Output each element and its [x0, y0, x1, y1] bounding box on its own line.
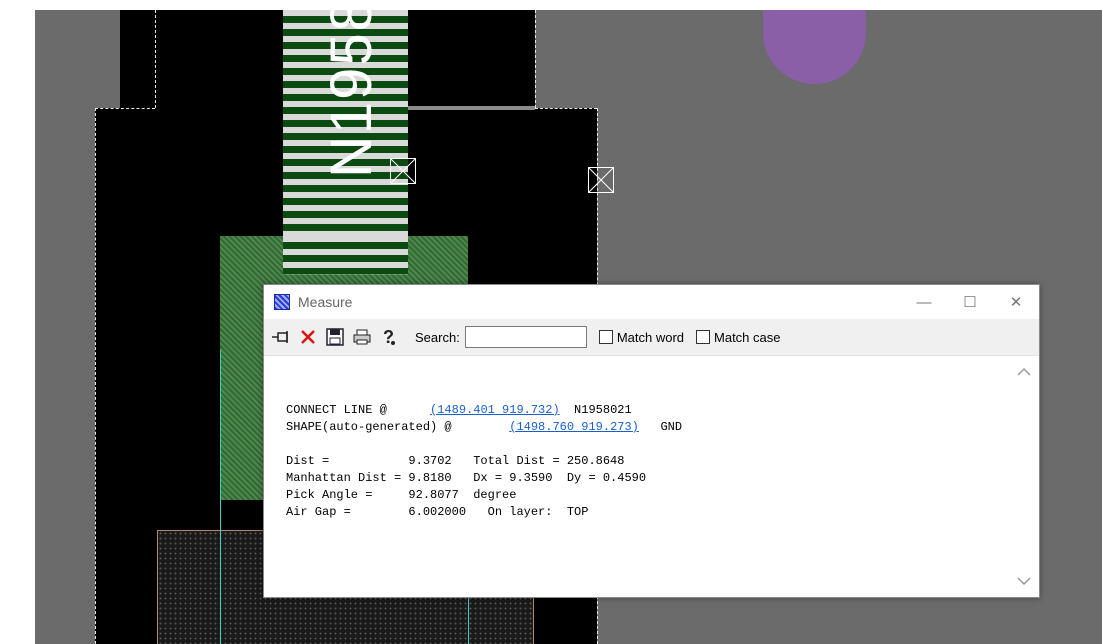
measure-output[interactable]: CONNECT LINE @ (1489.401 919.732) N19580… [264, 356, 1039, 597]
dialog-title: Measure [298, 294, 353, 310]
dist-line: Dist = 9.3702 Total Dist = 250.8648 [286, 454, 625, 468]
net-name: GND [638, 420, 683, 434]
line2-prefix: SHAPE(auto-generated) @ [286, 420, 510, 434]
match-case-label: Match case [714, 329, 781, 345]
guide-line [468, 590, 469, 644]
search-label: Search: [415, 329, 460, 345]
measure-dialog[interactable]: Measure — ☐ ✕ ? Search: Match word Match… [263, 284, 1040, 598]
via-marker[interactable] [390, 158, 416, 184]
coordinate-link[interactable]: (1489.401 919.732) [430, 403, 560, 417]
coordinate-link[interactable]: (1498.760 919.273) [509, 420, 639, 434]
print-icon[interactable] [351, 326, 373, 348]
net-name: N1958021 [559, 403, 632, 417]
close-button[interactable]: ✕ [993, 285, 1039, 319]
match-case-checkbox[interactable]: Match case [696, 329, 781, 345]
gray-trace [408, 106, 535, 110]
dialog-toolbar: ? Search: Match word Match case [264, 319, 1039, 356]
pick-angle-line: Pick Angle = 92.8077 degree [286, 488, 517, 502]
match-word-checkbox[interactable]: Match word [598, 329, 685, 345]
purple-pad [763, 10, 866, 84]
checkbox-box[interactable] [598, 330, 613, 344]
minimize-button[interactable]: — [901, 285, 947, 319]
match-word-label: Match word [616, 329, 685, 345]
board-outline [535, 108, 597, 109]
top-edge-strip [0, 0, 1102, 10]
board-outline [95, 108, 155, 109]
guide-line [220, 350, 221, 644]
board-outline [535, 10, 536, 108]
checkbox-box[interactable] [696, 330, 711, 344]
board-outline [155, 10, 156, 108]
save-icon[interactable] [324, 326, 346, 348]
manhattan-line: Manhattan Dist = 9.8180 Dx = 9.3590 Dy =… [286, 471, 647, 485]
delete-icon[interactable] [297, 326, 319, 348]
dialog-titlebar[interactable]: Measure — ☐ ✕ [264, 285, 1039, 319]
air-gap-line: Air Gap = 6.002000 On layer: TOP [286, 505, 589, 519]
pin-icon[interactable] [270, 326, 292, 348]
line1-prefix: CONNECT LINE @ [286, 403, 431, 417]
scroll-down-icon[interactable] [1017, 574, 1031, 589]
measure-result-text: CONNECT LINE @ (1489.401 919.732) N19580… [286, 402, 682, 521]
app-icon [274, 294, 290, 310]
search-input[interactable] [464, 326, 587, 348]
net-label: N19580 [319, 10, 384, 178]
striped-trace [283, 236, 408, 274]
via-marker[interactable] [588, 167, 614, 193]
scroll-up-icon[interactable] [1017, 364, 1031, 379]
board-outline [95, 108, 96, 644]
help-icon[interactable]: ? [378, 326, 400, 348]
maximize-button[interactable]: ☐ [947, 285, 993, 319]
